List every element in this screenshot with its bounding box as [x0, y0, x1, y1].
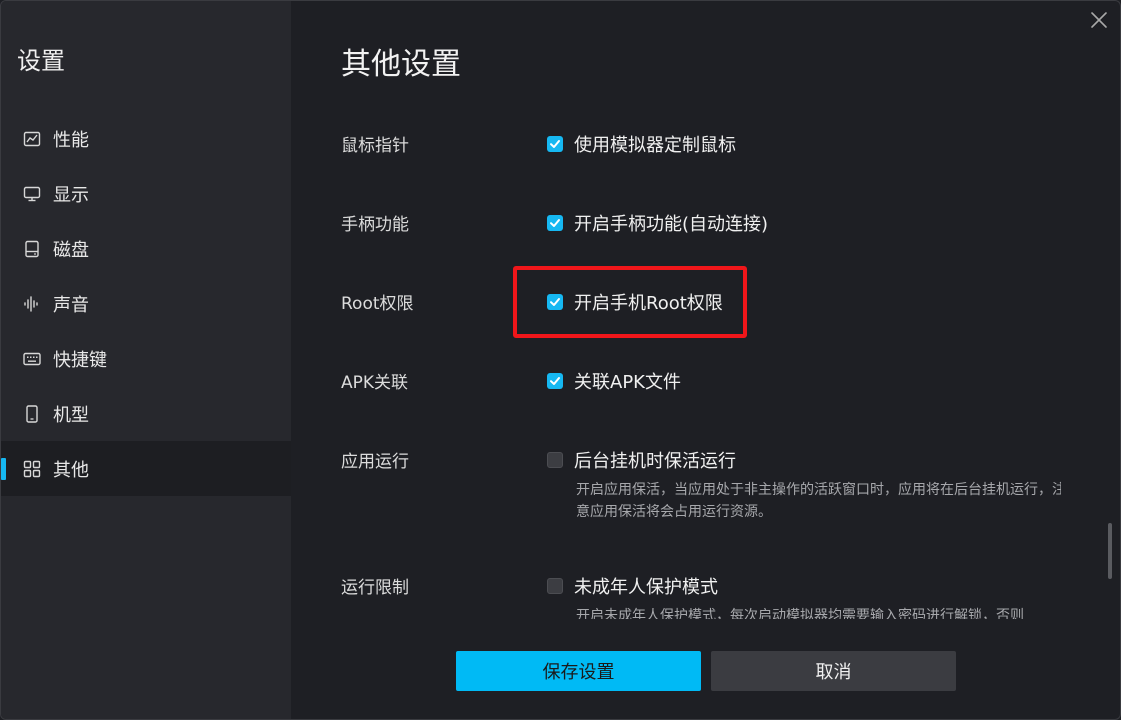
sidebar-item-label: 快捷键 [53, 349, 107, 371]
sidebar-item-sound[interactable]: 声音 [1, 276, 291, 331]
minor-protection-checkbox[interactable]: 未成年人保护模式 [547, 573, 718, 599]
apk-association-checkbox[interactable]: 关联APK文件 [547, 368, 681, 394]
monitor-icon [23, 185, 41, 203]
setting-description: 开启未成年人保护模式，每次启动模拟器均需要输入密码进行解锁，否则 [576, 608, 1024, 619]
keep-alive-checkbox[interactable]: 后台挂机时保活运行 [547, 447, 736, 473]
custom-mouse-checkbox[interactable]: 使用模拟器定制鼠标 [547, 131, 736, 157]
performance-chart-icon [23, 130, 41, 148]
sidebar-item-label: 性能 [53, 129, 89, 151]
sidebar-title: 设置 [17, 47, 65, 75]
checkbox-unchecked-icon[interactable] [547, 578, 563, 594]
settings-window: 设置 性能 显示 磁盘 声音 快捷键 机型 其他 其他设置 鼠标指针 使用模拟器… [0, 0, 1121, 720]
setting-label: APK关联 [341, 373, 409, 393]
checkbox-label: 关联APK文件 [574, 372, 681, 393]
checkbox-label: 开启手柄功能(自动连接) [574, 214, 769, 235]
sidebar-item-other[interactable]: 其他 [1, 441, 291, 496]
checkbox-label: 后台挂机时保活运行 [574, 451, 736, 472]
sidebar-item-disk[interactable]: 磁盘 [1, 221, 291, 276]
setting-label: 运行限制 [341, 578, 409, 598]
sound-wave-icon [23, 295, 41, 313]
checkbox-unchecked-icon[interactable] [547, 452, 563, 468]
setting-description: 开启应用保活，当应用处于非主操作的活跃窗口时，应用将在后台挂机运行，注意应用保活… [576, 482, 1061, 520]
disk-icon [23, 240, 41, 258]
sidebar-item-label: 声音 [53, 294, 89, 316]
setting-label: 应用运行 [341, 452, 409, 472]
phone-icon [23, 404, 41, 423]
close-icon[interactable] [1088, 9, 1110, 31]
settings-list: 鼠标指针 使用模拟器定制鼠标 手柄功能 开启手柄功能(自动连接) Root权限 … [341, 119, 1061, 619]
checkbox-label: 使用模拟器定制鼠标 [574, 135, 736, 156]
sidebar-item-performance[interactable]: 性能 [1, 111, 291, 166]
setting-label: 手柄功能 [341, 215, 409, 235]
checkbox-checked-icon[interactable] [547, 215, 563, 231]
checkbox-label: 开启手机Root权限 [574, 293, 723, 314]
sidebar: 设置 性能 显示 磁盘 声音 快捷键 机型 其他 [1, 1, 291, 719]
grid-icon [23, 460, 41, 478]
sidebar-nav: 性能 显示 磁盘 声音 快捷键 机型 其他 [1, 111, 291, 496]
checkbox-checked-icon[interactable] [547, 136, 563, 152]
scrollbar[interactable] [1108, 523, 1112, 579]
sidebar-item-display[interactable]: 显示 [1, 166, 291, 221]
root-permission-checkbox[interactable]: 开启手机Root权限 [547, 289, 723, 315]
sidebar-item-label: 机型 [53, 404, 89, 426]
cancel-button[interactable]: 取消 [711, 651, 956, 691]
keyboard-icon [23, 350, 41, 368]
sidebar-item-label: 其他 [53, 459, 89, 481]
sidebar-item-label: 显示 [53, 184, 89, 206]
sidebar-item-label: 磁盘 [53, 239, 89, 261]
save-button[interactable]: 保存设置 [456, 651, 701, 691]
sidebar-item-model[interactable]: 机型 [1, 386, 291, 441]
page-title: 其他设置 [341, 47, 461, 82]
setting-label: Root权限 [341, 294, 414, 314]
checkbox-label: 未成年人保护模式 [574, 577, 718, 598]
gamepad-checkbox[interactable]: 开启手柄功能(自动连接) [547, 210, 768, 236]
setting-label: 鼠标指针 [341, 136, 409, 156]
main-panel: 其他设置 鼠标指针 使用模拟器定制鼠标 手柄功能 开启手柄功能(自动连接) Ro… [291, 1, 1120, 719]
checkbox-checked-icon[interactable] [547, 373, 563, 389]
sidebar-item-shortcuts[interactable]: 快捷键 [1, 331, 291, 386]
checkbox-checked-icon[interactable] [547, 294, 563, 310]
